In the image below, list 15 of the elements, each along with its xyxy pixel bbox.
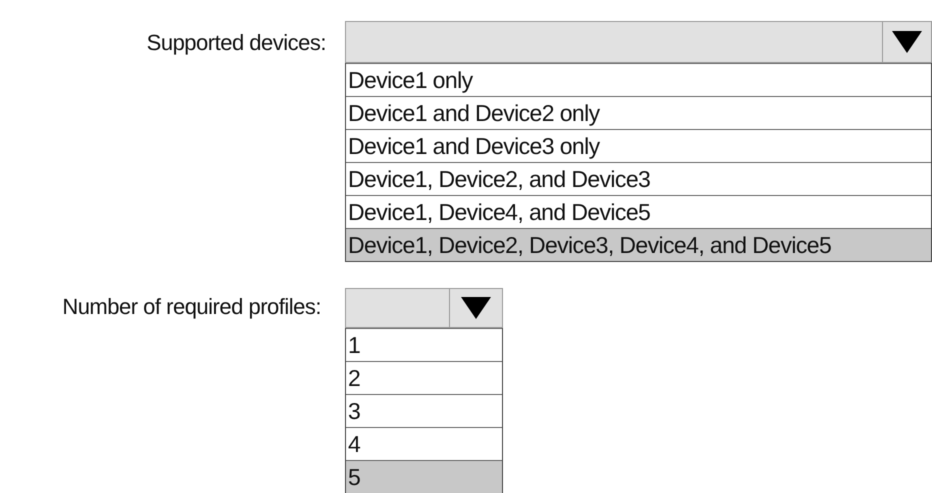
dropdown-option[interactable]: 3	[346, 394, 502, 427]
dropdown-field[interactable]	[345, 288, 503, 328]
dropdown-option[interactable]: 5	[346, 460, 502, 493]
dropdown-option[interactable]: Device1, Device2, and Device3	[346, 162, 931, 195]
caret-icon	[892, 31, 922, 53]
question-label: Supported devices:	[146, 30, 326, 55]
dropdown-option[interactable]: Device1 and Device3 only	[346, 129, 931, 162]
dropdown-option[interactable]: Device1, Device2, Device3, Device4, and Device5	[346, 228, 931, 261]
dropdown-option[interactable]: Device1 and Device2 only	[346, 96, 931, 129]
dropdown-field[interactable]	[345, 21, 932, 63]
dropdown-option[interactable]: Device1 only	[346, 63, 931, 96]
dropdown-option[interactable]: 1	[346, 328, 502, 361]
caret-icon	[461, 297, 491, 319]
dropdown-option[interactable]: 2	[346, 361, 502, 394]
question-label: Number of required profiles:	[62, 294, 321, 319]
